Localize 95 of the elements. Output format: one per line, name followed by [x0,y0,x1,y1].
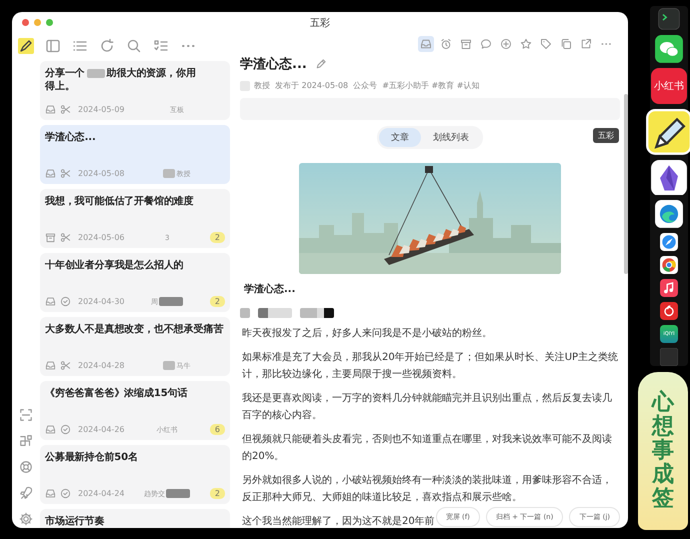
star-icon [520,38,532,50]
dark-app-icon[interactable] [660,348,678,366]
music-app-icon[interactable] [660,279,678,298]
paragraph: 另外就如很多人说的，小破站视频始终有一种淡淡的装批味道，用爹味形容不合适，反正那种大师兄、大师姐的味道比较足，喜欢指点和展示些啥。 [242,474,613,505]
card-title: 助很大的资源，你用 [106,67,196,80]
article-title: 学渣心态... [240,56,307,73]
tray-icon [420,38,432,50]
browser-app-icon[interactable] [655,200,683,228]
search-icon[interactable] [126,38,142,54]
redaction-block [300,308,334,318]
zoom-window-button[interactable] [46,19,53,26]
external-link-icon [580,38,592,50]
compass-app-icon[interactable] [660,233,678,252]
tray-icon [45,104,56,115]
card-date: 2024-04-24 [78,489,124,498]
scrollbar[interactable] [624,94,628,274]
scissors-icon [60,232,71,243]
sticker-text: 心想事成签 [652,390,674,512]
card-title: 十年创业者分享我是怎么招人的 [45,259,184,272]
redaction-block [166,489,190,498]
apps-icon[interactable] [19,434,33,448]
archive-box-icon [460,38,472,50]
music-app-icon[interactable] [660,302,678,320]
circle-icon [60,296,71,307]
plus-circle-icon [500,38,512,50]
article-heading: 学渣心态... [244,282,296,296]
copy-icon [560,38,572,50]
card-title: 得上。 [45,80,75,93]
archive-box-icon [45,232,56,243]
tray-icon [45,296,56,307]
toolbar-button[interactable] [498,36,514,52]
alarm-clock-icon [440,38,452,50]
card-date: 2024-04-30 [78,297,124,306]
settings-icon[interactable] [19,512,33,526]
redaction-block [86,69,105,78]
browser-app-icon[interactable] [660,256,678,274]
lifebuoy-icon[interactable] [19,460,33,474]
tray-icon [45,168,56,179]
terminal-app-icon[interactable] [658,8,680,30]
card-title: 市场运行节奏 [45,515,104,528]
card-title: 《穷爸爸富爸爸》浓缩成15句话 [45,387,188,400]
count-badge: 2 [210,296,225,307]
card-title: 分享一个 [45,67,85,80]
count-badge: 2 [210,232,225,243]
paragraph: 但视频就只能硬着头皮看完，否则也不知道重点在哪里，对我来说效率可能不及阅读的20%。 [242,432,613,464]
card-title: 学渣心态... [45,131,96,144]
chat-app-icon[interactable] [655,34,683,63]
pen-app-icon[interactable] [646,108,690,155]
tab[interactable]: 文章 [379,128,421,147]
tooltip: 五彩 [593,128,619,143]
close-window-button[interactable] [22,19,29,26]
pen-logo-icon[interactable] [18,38,34,54]
count-badge: 2 [210,488,225,499]
scissors-icon [60,360,71,371]
paragraph: 我还是更喜欢阅读，一万字的资料几分钟就能瞄完并且识别出重点，然后反复去读几百字的核心内容。 [242,392,613,423]
rocket-icon[interactable] [19,486,33,500]
circle-icon [60,424,71,435]
card-date: 2024-05-09 [78,105,124,114]
tag-icon [540,38,552,50]
redaction-block [240,308,250,318]
tray-icon [45,488,56,499]
card-date: 2024-04-26 [78,425,124,434]
card-title: 我想，我可能低估了开餐馆的难度 [45,195,194,208]
scan-icon[interactable] [19,408,33,422]
toolbar-button[interactable] [538,36,554,52]
tray-icon [45,360,56,371]
paragraph: 这个我当然能理解了，因为这不就是20年前 [242,514,435,528]
paragraph: 如果标准是充了大会员，那我从20年开始已经是了；但如果从时长、关注UP主之类统计，那比较边缘化，主要局限于搜一些视频资料。 [242,350,620,382]
book-app-icon[interactable]: 小红书 [651,68,687,104]
redaction-block [163,169,176,178]
scissors-icon [60,168,71,179]
tray-icon [45,424,56,435]
redaction-block [159,297,184,306]
refresh-icon[interactable] [99,38,115,54]
pencil-icon[interactable] [314,58,327,70]
minimize-window-button[interactable] [34,19,41,26]
window-title: 五彩 [310,17,330,30]
paragraph: 昨天夜报发了之后，好多人来问我是不是小破站的粉丝。 [242,326,492,341]
redaction-block [163,361,176,370]
card-date: 2024-04-28 [78,361,124,370]
toolbar-button[interactable] [418,36,434,52]
count-badge: 6 [210,424,225,435]
sidebar-icon[interactable] [45,38,61,54]
comment-icon [480,38,492,50]
card-title: 公募最新持仓前50名 [45,451,138,464]
article-meta: 教授 发布于 2024-05-08 公众号 #五彩小助手 #教育 #认知 [254,80,480,91]
redaction-block [258,308,292,318]
article-card[interactable]: 市场运行节奏 [40,509,230,528]
circle-icon [60,488,71,499]
card-date: 2024-05-08 [78,169,124,178]
tab[interactable]: 划线列表 [421,128,481,147]
card-date: 2024-05-06 [78,233,124,242]
gem-app-icon[interactable] [651,160,687,196]
card-title: 大多数人不是真想改变，也不想承受痛苦 [45,323,224,336]
scissors-icon [60,104,71,115]
